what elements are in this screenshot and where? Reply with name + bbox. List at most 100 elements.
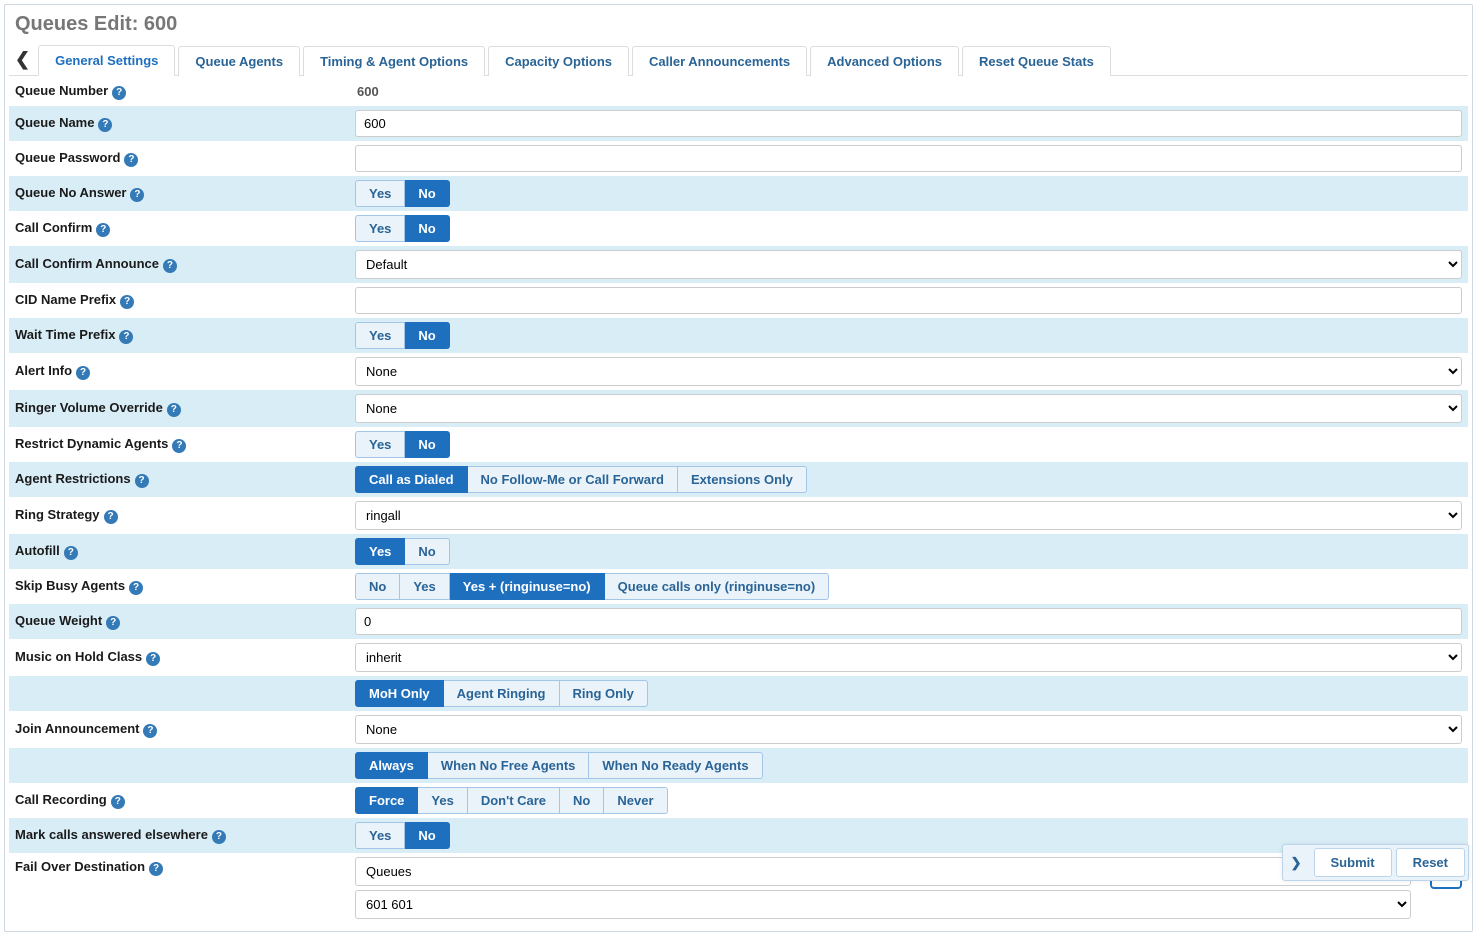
label-mark-answered-elsewhere: Mark calls answered elsewhere?: [15, 823, 355, 848]
help-icon[interactable]: ?: [119, 330, 133, 344]
opt-no-followme[interactable]: No Follow-Me or Call Forward: [468, 466, 678, 493]
tab-advanced-options[interactable]: Advanced Options: [810, 46, 959, 76]
opt-no[interactable]: No: [405, 215, 449, 242]
opt-when-no-ready[interactable]: When No Ready Agents: [589, 752, 762, 779]
input-queue-password[interactable]: [355, 145, 1462, 172]
help-icon[interactable]: ?: [96, 223, 110, 237]
select-ring-strategy[interactable]: ringall: [355, 501, 1462, 530]
tab-capacity-options[interactable]: Capacity Options: [488, 46, 629, 76]
toggle-join-announcement-when[interactable]: Always When No Free Agents When No Ready…: [355, 752, 763, 779]
select-music-on-hold[interactable]: inherit: [355, 643, 1462, 672]
opt-always[interactable]: Always: [355, 752, 428, 779]
toggle-wait-time-prefix[interactable]: Yes No: [355, 322, 450, 349]
opt-dont-care[interactable]: Don't Care: [468, 787, 560, 814]
opt-no[interactable]: No: [355, 573, 400, 600]
opt-when-no-free[interactable]: When No Free Agents: [428, 752, 590, 779]
submit-button[interactable]: Submit: [1314, 848, 1392, 877]
help-icon[interactable]: ?: [76, 366, 90, 380]
help-icon[interactable]: ?: [149, 862, 163, 876]
toggle-agent-restrictions[interactable]: Call as Dialed No Follow-Me or Call Forw…: [355, 466, 807, 493]
input-queue-weight[interactable]: [355, 608, 1462, 635]
tab-timing-agent-options[interactable]: Timing & Agent Options: [303, 46, 485, 76]
help-icon[interactable]: ?: [64, 546, 78, 560]
toggle-queue-no-answer[interactable]: Yes No: [355, 180, 450, 207]
label-join-announcement: Join Announcement?: [15, 717, 355, 742]
opt-no[interactable]: No: [405, 538, 449, 565]
opt-yes-ringinuse[interactable]: Yes + (ringinuse=no): [450, 573, 605, 600]
opt-no[interactable]: No: [560, 787, 604, 814]
label-fail-over-destination: Fail Over Destination?: [15, 855, 355, 880]
help-icon[interactable]: ?: [167, 403, 181, 417]
help-icon[interactable]: ?: [124, 153, 138, 167]
opt-force[interactable]: Force: [355, 787, 418, 814]
toggle-restrict-dynamic-agents[interactable]: Yes No: [355, 431, 450, 458]
toggle-autofill[interactable]: Yes No: [355, 538, 450, 565]
label-call-recording: Call Recording?: [15, 788, 355, 813]
help-icon[interactable]: ?: [98, 118, 112, 132]
input-queue-name[interactable]: [355, 110, 1462, 137]
reset-button[interactable]: Reset: [1396, 848, 1465, 877]
help-icon[interactable]: ?: [135, 474, 149, 488]
opt-yes[interactable]: Yes: [355, 180, 405, 207]
select-call-confirm-announce[interactable]: Default: [355, 250, 1462, 279]
label-ring-strategy: Ring Strategy?: [15, 503, 355, 528]
value-queue-number: 600: [355, 84, 379, 99]
opt-extensions-only[interactable]: Extensions Only: [678, 466, 807, 493]
help-icon[interactable]: ?: [172, 439, 186, 453]
tab-queue-agents[interactable]: Queue Agents: [178, 46, 300, 76]
label-agent-restrictions: Agent Restrictions?: [15, 467, 355, 492]
tab-caller-announcements[interactable]: Caller Announcements: [632, 46, 807, 76]
footer-expand-icon[interactable]: ❯: [1283, 851, 1310, 875]
opt-yes[interactable]: Yes: [355, 322, 405, 349]
opt-yes[interactable]: Yes: [355, 822, 405, 849]
back-chevron-icon[interactable]: ❮: [11, 45, 38, 74]
label-autofill: Autofill?: [15, 539, 355, 564]
select-failover-category[interactable]: Queues: [355, 857, 1411, 886]
toggle-call-confirm[interactable]: Yes No: [355, 215, 450, 242]
tab-reset-queue-stats[interactable]: Reset Queue Stats: [962, 46, 1111, 76]
opt-call-as-dialed[interactable]: Call as Dialed: [355, 466, 468, 493]
opt-agent-ringing[interactable]: Agent Ringing: [444, 680, 560, 707]
tab-general-settings[interactable]: General Settings: [38, 45, 175, 76]
help-icon[interactable]: ?: [111, 795, 125, 809]
opt-never[interactable]: Never: [604, 787, 667, 814]
label-queue-name: Queue Name?: [15, 111, 355, 136]
opt-yes[interactable]: Yes: [355, 431, 405, 458]
help-icon[interactable]: ?: [104, 510, 118, 524]
label-restrict-dynamic-agents: Restrict Dynamic Agents?: [15, 432, 355, 457]
toggle-skip-busy-agents[interactable]: No Yes Yes + (ringinuse=no) Queue calls …: [355, 573, 829, 600]
help-icon[interactable]: ?: [129, 581, 143, 595]
tabs-bar: ❮ General Settings Queue Agents Timing &…: [9, 44, 1468, 76]
opt-yes[interactable]: Yes: [355, 538, 405, 565]
opt-no[interactable]: No: [405, 180, 449, 207]
select-ringer-volume-override[interactable]: None: [355, 394, 1462, 423]
select-alert-info[interactable]: None: [355, 357, 1462, 386]
toggle-moh-mode[interactable]: MoH Only Agent Ringing Ring Only: [355, 680, 648, 707]
help-icon[interactable]: ?: [212, 830, 226, 844]
opt-queue-calls-only[interactable]: Queue calls only (ringinuse=no): [605, 573, 830, 600]
help-icon[interactable]: ?: [120, 295, 134, 309]
opt-yes[interactable]: Yes: [400, 573, 449, 600]
toggle-mark-answered-elsewhere[interactable]: Yes No: [355, 822, 450, 849]
input-cid-name-prefix[interactable]: [355, 287, 1462, 314]
label-queue-password: Queue Password?: [15, 146, 355, 171]
toggle-call-recording[interactable]: Force Yes Don't Care No Never: [355, 787, 668, 814]
opt-yes[interactable]: Yes: [418, 787, 467, 814]
select-join-announcement[interactable]: None: [355, 715, 1462, 744]
help-icon[interactable]: ?: [112, 86, 126, 100]
opt-ring-only[interactable]: Ring Only: [560, 680, 648, 707]
label-alert-info: Alert Info?: [15, 359, 355, 384]
select-failover-target[interactable]: 601 601: [355, 890, 1411, 919]
opt-no[interactable]: No: [405, 322, 449, 349]
help-icon[interactable]: ?: [130, 188, 144, 202]
label-queue-weight: Queue Weight?: [15, 609, 355, 634]
help-icon[interactable]: ?: [106, 616, 120, 630]
help-icon[interactable]: ?: [163, 259, 177, 273]
opt-moh-only[interactable]: MoH Only: [355, 680, 444, 707]
help-icon[interactable]: ?: [143, 724, 157, 738]
label-music-on-hold-class: Music on Hold Class?: [15, 645, 355, 670]
help-icon[interactable]: ?: [146, 652, 160, 666]
opt-yes[interactable]: Yes: [355, 215, 405, 242]
opt-no[interactable]: No: [405, 431, 449, 458]
opt-no[interactable]: No: [405, 822, 449, 849]
